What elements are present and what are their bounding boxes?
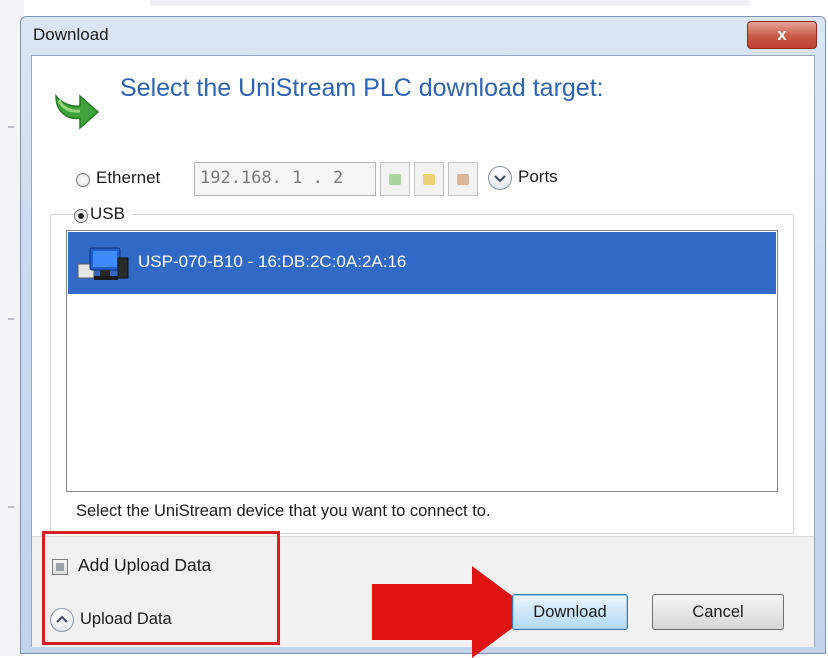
ethernet-radio[interactable] bbox=[76, 173, 90, 187]
ip-address-field[interactable]: 192.168. 1 . 2 bbox=[194, 162, 376, 196]
cancel-button[interactable]: Cancel bbox=[652, 594, 784, 630]
ethernet-label: Ethernet bbox=[96, 168, 161, 187]
device-name: USP-070-B10 - 16:DB:2C:0A:2A:16 bbox=[138, 252, 407, 271]
close-icon: x bbox=[777, 25, 787, 44]
usb-radio[interactable] bbox=[74, 209, 88, 223]
ports-label: Ports bbox=[518, 167, 558, 186]
dialog-heading: Select the UniStream PLC download target… bbox=[120, 74, 604, 102]
device-list-item[interactable]: USP-070-B10 - 16:DB:2C:0A:2A:16 bbox=[68, 232, 776, 294]
browse-button[interactable] bbox=[414, 162, 444, 196]
chevron-down-icon bbox=[494, 175, 506, 183]
computer-icon bbox=[77, 247, 129, 280]
folder-icon bbox=[423, 174, 435, 185]
usb-label: USB bbox=[90, 204, 131, 224]
refresh-icon bbox=[389, 174, 401, 185]
download-arrow-icon bbox=[55, 93, 100, 130]
settings-button[interactable] bbox=[448, 162, 478, 196]
window-title: Download bbox=[33, 25, 109, 44]
background-tick bbox=[8, 506, 14, 508]
refresh-button[interactable] bbox=[380, 162, 410, 196]
background-strip bbox=[150, 0, 750, 6]
close-button[interactable]: x bbox=[747, 21, 817, 49]
upload-options-highlight bbox=[42, 531, 280, 645]
background-tick bbox=[8, 126, 14, 128]
settings-icon bbox=[457, 174, 469, 185]
device-list[interactable]: USP-070-B10 - 16:DB:2C:0A:2A:16 bbox=[66, 230, 778, 492]
ports-expand-button[interactable] bbox=[488, 166, 512, 190]
hint-text: Select the UniStream device that you wan… bbox=[76, 502, 491, 520]
download-button[interactable]: Download bbox=[512, 594, 628, 630]
background-tick bbox=[8, 318, 14, 320]
